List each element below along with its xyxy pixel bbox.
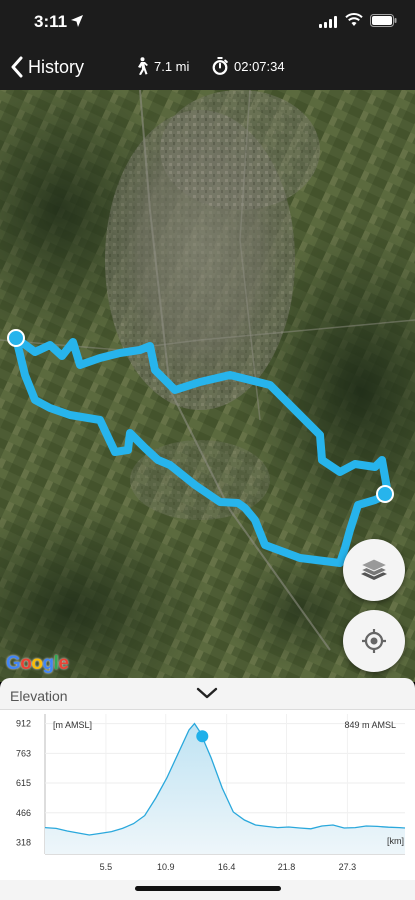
crosshair-icon — [362, 629, 386, 653]
cellular-signal-icon — [319, 16, 337, 28]
y-tick-label: 763 — [16, 748, 31, 758]
y-tick-label: 466 — [16, 808, 31, 818]
status-bar: 3:11 — [0, 0, 415, 44]
y-tick-label: 318 — [16, 837, 31, 847]
x-tick-label: 27.3 — [339, 862, 357, 872]
duration-stat: 02:07:34 — [212, 57, 285, 75]
distance-value: 7.1 mi — [154, 58, 190, 74]
nav-bar: History 7.1 mi 02:07:34 — [0, 44, 415, 90]
back-label: History — [28, 56, 85, 77]
back-button[interactable]: History — [10, 52, 84, 82]
chevron-down-icon[interactable] — [196, 686, 218, 700]
my-location-button[interactable] — [343, 610, 405, 672]
wifi-icon — [345, 13, 363, 26]
route-start-marker — [7, 329, 25, 347]
x-tick-label: 16.4 — [218, 862, 236, 872]
y-tick-label: 912 — [16, 719, 31, 729]
google-attribution: Google — [6, 653, 69, 674]
route-position-marker — [376, 485, 394, 503]
x-tick-label: 10.9 — [157, 862, 175, 872]
elevation-chart[interactable]: 912 763 615 466 318 5.5 10.9 16.4 21.8 27.3 [m AMS… — [0, 710, 415, 880]
satellite-map[interactable]: Google — [0, 90, 415, 682]
elevation-title: Elevation — [10, 688, 68, 704]
walking-person-icon — [138, 57, 148, 75]
status-time: 3:11 — [34, 12, 68, 31]
x-unit-label: [km] — [387, 836, 404, 846]
elevation-panel: Elevation 912 763 615 466 318 5.5 10.9 16.4 21.8… — [0, 678, 415, 900]
y-unit-label: [m AMSL] — [53, 720, 92, 730]
distance-stat: 7.1 mi — [134, 57, 189, 75]
duration-value: 02:07:34 — [234, 58, 285, 74]
layers-icon — [359, 558, 389, 580]
elevation-chart-svg: 912 763 615 466 318 5.5 10.9 16.4 21.8 27.3 [m AMS… — [16, 714, 406, 872]
chevron-left-icon — [11, 56, 23, 78]
location-arrow-icon — [71, 15, 83, 27]
map-layers-button[interactable] — [343, 539, 405, 601]
y-tick-label: 615 — [16, 778, 31, 788]
elevation-marker — [196, 730, 209, 743]
x-tick-label: 21.8 — [278, 862, 296, 872]
current-elevation-label: 849 m AMSL — [344, 720, 396, 730]
battery-icon — [370, 14, 397, 27]
elevation-area — [45, 723, 405, 854]
home-indicator — [135, 886, 281, 891]
x-tick-label: 5.5 — [100, 862, 113, 872]
stopwatch-icon — [212, 57, 228, 75]
